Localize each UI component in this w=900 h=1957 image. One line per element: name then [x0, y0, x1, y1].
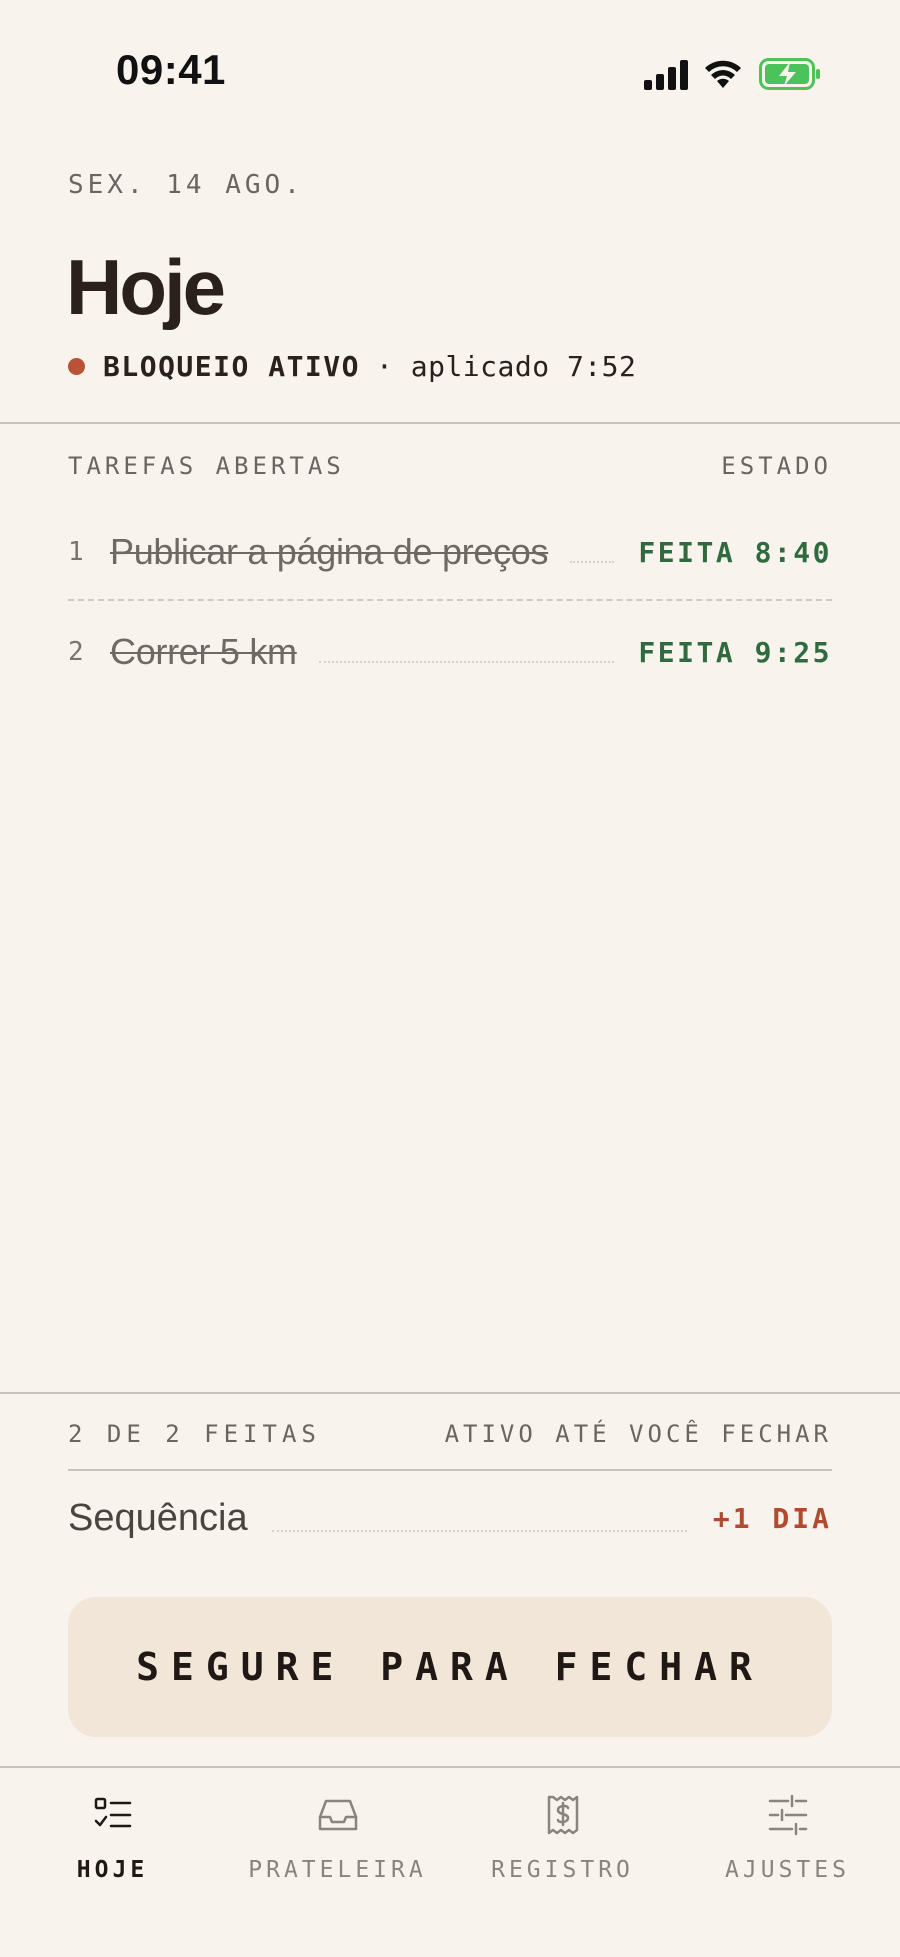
signal-icon: [644, 60, 688, 90]
tab-registro[interactable]: REGISTRO: [450, 1793, 675, 1883]
wifi-icon: [705, 60, 741, 88]
block-status-detail: · aplicado 7:52: [376, 350, 637, 383]
task-row[interactable]: 1 Publicar a página de preços FEITA 8:40: [68, 527, 832, 577]
task-title: Publicar a página de preços: [110, 531, 549, 572]
header-divider: [0, 422, 900, 424]
checklist-icon: [94, 1797, 131, 1828]
task-row[interactable]: 2 Correr 5 km FEITA 9:25: [68, 627, 832, 677]
tab-prateleira[interactable]: PRATELEIRA: [225, 1793, 450, 1883]
task-separator: [68, 599, 832, 601]
dotted-leader: [318, 661, 615, 663]
dotted-leader: [271, 1530, 687, 1532]
task-status: FEITA 9:25: [638, 635, 832, 669]
task-number: 1: [68, 537, 84, 567]
summary-divider: [68, 1469, 832, 1471]
date-label: SEX. 14 AGO.: [68, 170, 304, 200]
tab-hoje[interactable]: HOJE: [0, 1793, 225, 1883]
tasks-header-status: ESTADO: [721, 452, 832, 480]
page-title: Hoje: [66, 243, 226, 331]
receipt-dollar-icon: [547, 1795, 578, 1835]
tasks-header-label: TAREFAS ABERTAS: [68, 452, 345, 480]
block-status-label: BLOQUEIO ATIVO: [103, 350, 361, 383]
tab-label: PRATELEIRA: [248, 1857, 427, 1883]
streak-label: Sequência: [68, 1496, 248, 1539]
task-status: FEITA 8:40: [638, 535, 832, 569]
hold-to-close-button[interactable]: SEGURE PARA FECHAR: [68, 1597, 832, 1737]
inbox-tray-icon: [318, 1799, 357, 1831]
tab-label: AJUSTES: [725, 1857, 850, 1883]
active-until-label: ATIVO ATÉ VOCÊ FECHAR: [444, 1420, 832, 1448]
battery-charging-icon: [759, 58, 820, 90]
dotted-leader: [570, 561, 615, 563]
streak-row: Sequência +1 DIA: [68, 1490, 832, 1546]
task-title: Correr 5 km: [110, 631, 297, 672]
tab-bar: HOJE PRATELEIRA REGISTRO AJUSTES: [0, 1767, 900, 1957]
tab-label: REGISTRO: [491, 1857, 634, 1883]
task-number: 2: [68, 637, 84, 667]
status-bar-icons: [644, 54, 824, 94]
streak-value: +1 DIA: [712, 1501, 832, 1535]
sliders-icon: [768, 1794, 807, 1836]
block-status: BLOQUEIO ATIVO · aplicado 7:52: [68, 350, 636, 383]
status-bar-time: 09:41: [116, 46, 226, 93]
done-count: 2 DE 2 FEITAS: [68, 1420, 321, 1448]
footer-divider: [0, 1392, 900, 1394]
tab-ajustes[interactable]: AJUSTES: [675, 1793, 900, 1883]
tab-label: HOJE: [76, 1857, 149, 1883]
block-status-dot: [68, 358, 85, 375]
